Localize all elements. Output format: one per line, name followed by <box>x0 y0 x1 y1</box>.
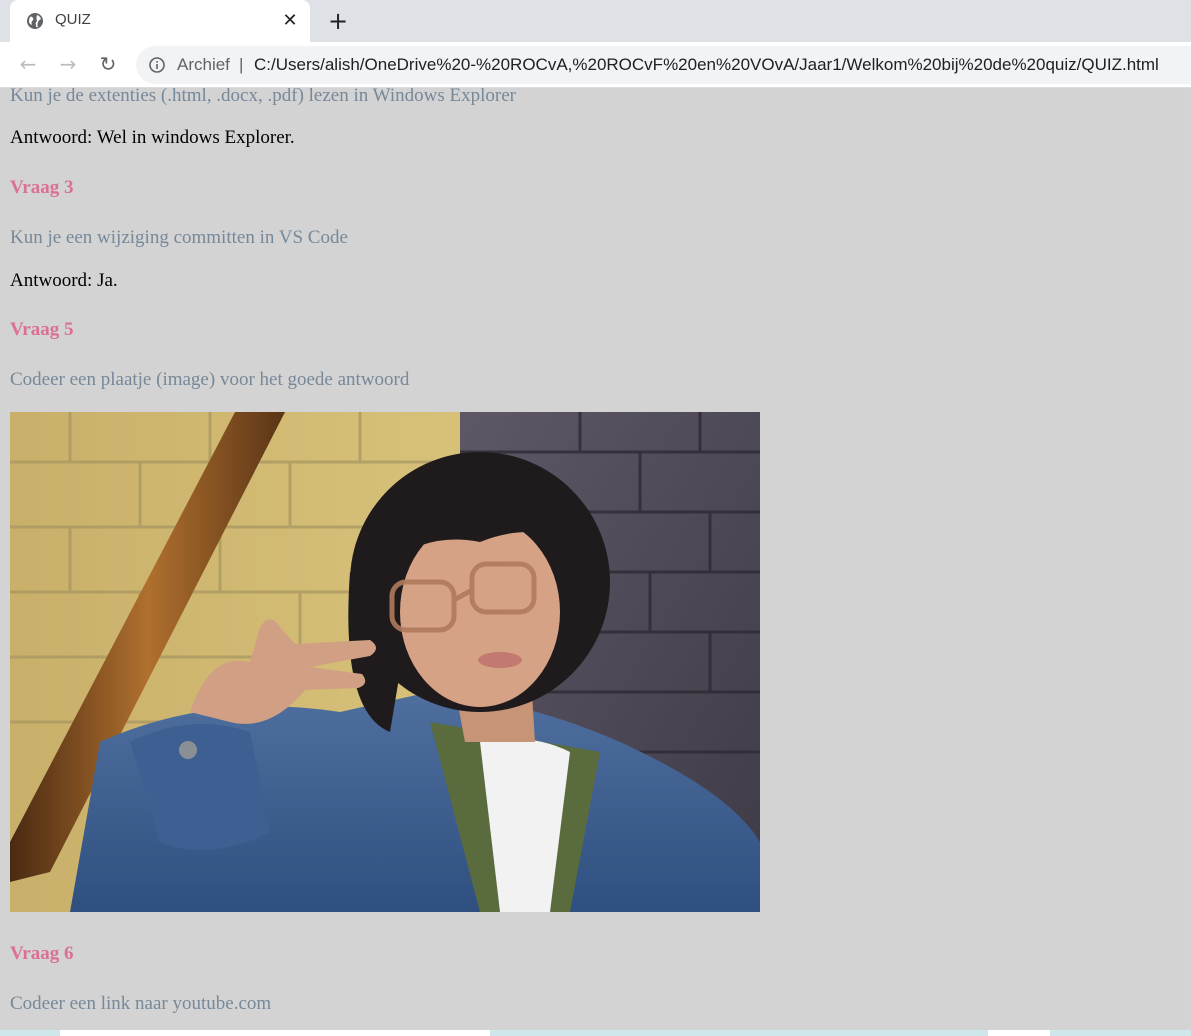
security-label[interactable]: Archief <box>177 55 230 75</box>
tab-title: QUIZ <box>55 11 91 28</box>
globe-icon <box>27 13 43 29</box>
answer-3-text: Antwoord: Ja. <box>10 270 118 291</box>
answer-2-text: Antwoord: Wel in windows Explorer. <box>10 127 295 148</box>
question-2-text: Kun je de extenties (.html, .docx, .pdf)… <box>10 88 516 106</box>
bottom-strip-segment <box>60 1030 490 1036</box>
page-content: Kun je de extenties (.html, .docx, .pdf)… <box>10 88 1190 1030</box>
question-6-heading: Vraag 6 <box>10 943 74 964</box>
question-6-text: Codeer een link naar youtube.com <box>10 993 272 1014</box>
address-bar[interactable]: Archief | C:/Users/alish/OneDrive%20-%20… <box>136 46 1191 84</box>
reload-button[interactable]: ↻ <box>96 52 120 76</box>
omnibox-separator: | <box>239 55 244 74</box>
bottom-strip-segment-2 <box>988 1030 1050 1036</box>
answer-photo <box>10 412 760 912</box>
new-tab-button[interactable]: + <box>326 9 350 33</box>
back-button[interactable]: ← <box>16 52 40 76</box>
tab-strip: QUIZ ✕ + <box>0 0 1191 42</box>
info-icon[interactable] <box>149 57 165 73</box>
question-5-text: Codeer een plaatje (image) voor het goed… <box>10 369 410 390</box>
browser-toolbar: ← → ↻ Archief | C:/Users/alish/OneDrive%… <box>0 42 1191 88</box>
tab-quiz[interactable]: QUIZ ✕ <box>10 0 310 42</box>
close-icon[interactable]: ✕ <box>280 11 300 31</box>
forward-button[interactable]: → <box>56 52 80 76</box>
question-3-text: Kun je een wijziging committen in VS Cod… <box>10 227 348 248</box>
question-5-heading: Vraag 5 <box>10 319 74 340</box>
url-text[interactable]: C:/Users/alish/OneDrive%20-%20ROCvA,%20R… <box>254 55 1159 75</box>
question-3-heading: Vraag 3 <box>10 177 74 198</box>
